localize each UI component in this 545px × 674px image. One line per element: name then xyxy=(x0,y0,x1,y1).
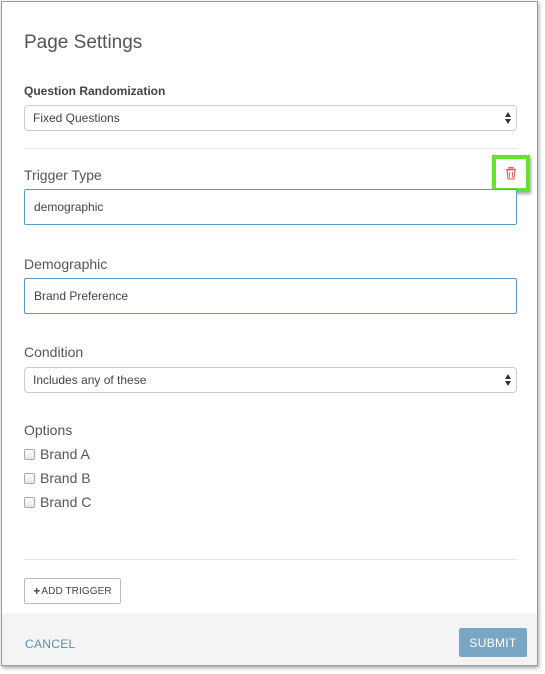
brand-c-label: Brand C xyxy=(40,494,92,510)
page-settings-dialog: Page Settings Question Randomization Fix… xyxy=(1,1,538,666)
footer-divider xyxy=(24,559,517,560)
select-arrows-icon xyxy=(505,112,511,124)
brand-b-checkbox[interactable] xyxy=(24,473,35,484)
demographic-input[interactable]: Brand Preference xyxy=(24,278,517,314)
submit-button[interactable]: SUBMIT xyxy=(459,628,527,657)
brand-a-checkbox[interactable] xyxy=(24,449,35,460)
question-randomization-label: Question Randomization xyxy=(24,84,166,98)
brand-b-label: Brand B xyxy=(40,470,91,486)
section-divider xyxy=(24,148,517,149)
dialog-footer: CANCEL SUBMIT xyxy=(2,613,537,665)
plus-icon: + xyxy=(33,584,41,598)
trigger-type-input[interactable]: demographic xyxy=(24,189,517,225)
cancel-button[interactable]: CANCEL xyxy=(25,637,75,651)
option-brand-a[interactable]: Brand A xyxy=(24,446,90,462)
trigger-type-value: demographic xyxy=(34,200,104,214)
question-randomization-select[interactable]: Fixed Questions xyxy=(24,105,517,131)
add-trigger-button[interactable]: + ADD TRIGGER xyxy=(24,578,121,604)
brand-c-checkbox[interactable] xyxy=(24,497,35,508)
condition-select[interactable]: Includes any of these xyxy=(24,367,517,393)
condition-value: Includes any of these xyxy=(33,373,147,387)
demographic-label: Demographic xyxy=(24,256,108,272)
options-label: Options xyxy=(24,422,73,438)
trash-icon xyxy=(506,167,516,180)
add-trigger-label: ADD TRIGGER xyxy=(41,585,112,597)
option-brand-b[interactable]: Brand B xyxy=(24,470,91,486)
select-arrows-icon xyxy=(505,374,511,386)
question-randomization-value: Fixed Questions xyxy=(33,111,120,125)
dialog-title: Page Settings xyxy=(24,32,143,53)
delete-trigger-button[interactable] xyxy=(492,155,530,192)
demographic-value: Brand Preference xyxy=(34,289,129,303)
brand-a-label: Brand A xyxy=(40,446,90,462)
condition-label: Condition xyxy=(24,344,84,360)
trigger-type-label: Trigger Type xyxy=(24,167,102,183)
option-brand-c[interactable]: Brand C xyxy=(24,494,91,510)
